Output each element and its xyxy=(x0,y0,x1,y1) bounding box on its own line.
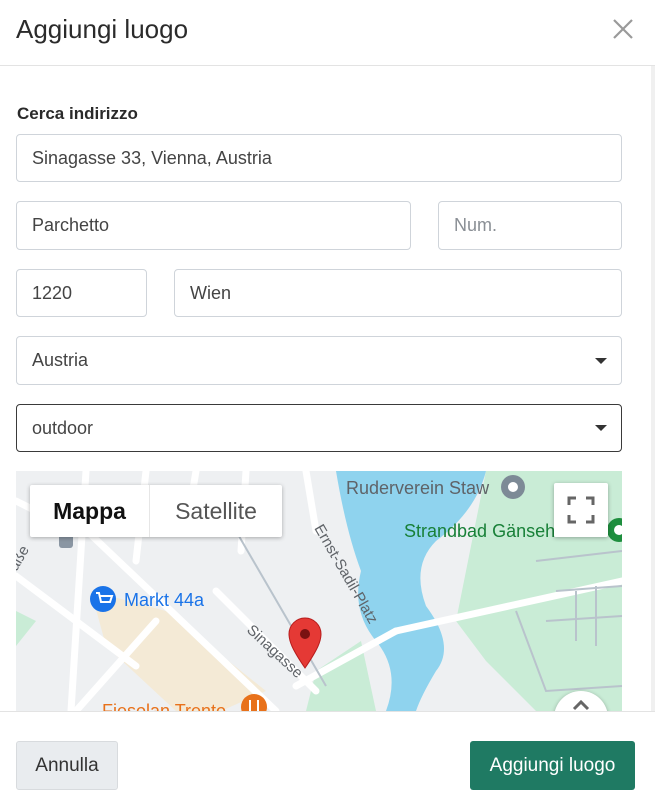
place-type-select[interactable]: outdoor xyxy=(16,404,622,452)
city-input[interactable]: Wien xyxy=(174,269,622,317)
address-search-input[interactable]: Sinagasse 33, Vienna, Austria xyxy=(16,134,622,182)
fullscreen-button[interactable] xyxy=(554,483,608,537)
city-value: Wien xyxy=(190,282,232,303)
restaurant-label[interactable]: Fiesolan Trento xyxy=(102,701,226,711)
chevron-down-icon xyxy=(595,357,607,364)
place-type-value: outdoor xyxy=(32,417,94,438)
map-type-mappa-button[interactable]: Mappa xyxy=(30,485,150,537)
dialog-footer: Annulla Aggiungi luogo xyxy=(0,711,655,807)
scrollbar[interactable] xyxy=(651,66,655,711)
street-input[interactable]: Parchetto xyxy=(16,201,411,250)
map-type-satellite-button[interactable]: Satellite xyxy=(150,485,282,537)
markt-label[interactable]: Markt 44a xyxy=(124,590,204,611)
cancel-button[interactable]: Annulla xyxy=(16,741,118,790)
ruderverein-label[interactable]: Ruderverein Staw xyxy=(346,478,489,499)
zip-input[interactable]: 1220 xyxy=(16,269,147,317)
country-select[interactable]: Austria xyxy=(16,336,622,385)
fullscreen-icon xyxy=(567,496,595,524)
zip-value: 1220 xyxy=(32,282,73,303)
number-input[interactable]: Num. xyxy=(438,201,622,250)
dialog-title: Aggiungi luogo xyxy=(16,14,189,44)
address-search-value: Sinagasse 33, Vienna, Austria xyxy=(32,147,272,168)
dialog-header: Aggiungi luogo xyxy=(0,0,655,66)
chevron-up-icon xyxy=(572,699,590,711)
street-value: Parchetto xyxy=(32,215,110,235)
number-placeholder: Num. xyxy=(454,215,498,235)
map-type-control: Mappa Satellite xyxy=(30,485,282,537)
country-value: Austria xyxy=(32,350,89,370)
map-view[interactable]: Sinagasse Ernst-Sadil-Platz raße Ruderve… xyxy=(16,471,622,711)
shopping-cart-icon[interactable] xyxy=(90,586,116,612)
search-label: Cerca indirizzo xyxy=(17,104,138,123)
close-icon[interactable] xyxy=(608,14,638,44)
chevron-down-icon xyxy=(595,425,607,431)
add-place-button[interactable]: Aggiungi luogo xyxy=(470,741,635,790)
ruderverein-pin-icon[interactable] xyxy=(501,475,525,499)
camera-control-button[interactable] xyxy=(554,691,608,711)
